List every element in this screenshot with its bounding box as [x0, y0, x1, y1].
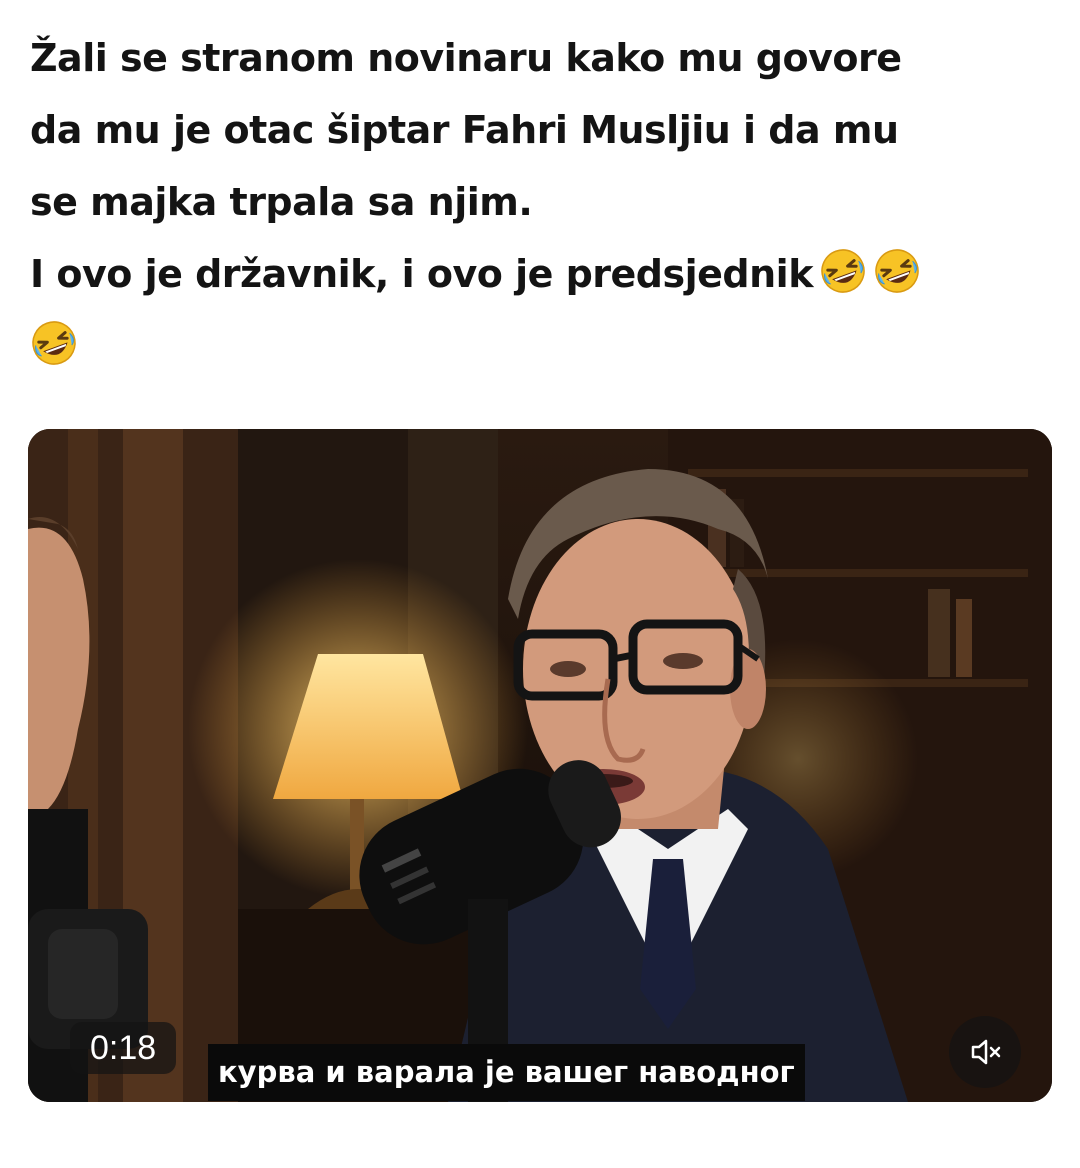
video-frame: [28, 429, 1052, 1102]
speaker-muted-icon: [971, 1039, 1001, 1065]
video-subtitle: курва и варала је вашег наводног: [208, 1044, 805, 1101]
post-text-line-2: da mu je otac šiptar Fahri Musljiu i da …: [30, 108, 899, 152]
post-text-line-4-text: I ovo je državnik, i ovo je predsjednik: [30, 252, 813, 296]
post-text-line-5: [30, 310, 1050, 382]
rolling-laughing-emoji-icon: [875, 249, 919, 293]
post-text-line-3: se majka trpala sa njim.: [30, 180, 533, 224]
rolling-laughing-emoji-icon: [821, 249, 865, 293]
post-text-line-4: I ovo je državnik, i ovo je predsjednik: [30, 238, 1050, 310]
video-player[interactable]: 0:18 курва и варала је вашег наводног: [28, 429, 1052, 1102]
post-text: Žali se stranom novinaru kako mu govore …: [30, 22, 1050, 382]
post-text-line-1: Žali se stranom novinaru kako mu govore: [30, 36, 902, 80]
video-timestamp: 0:18: [70, 1022, 177, 1074]
rolling-laughing-emoji-icon: [32, 321, 76, 365]
mute-button[interactable]: [949, 1016, 1021, 1088]
